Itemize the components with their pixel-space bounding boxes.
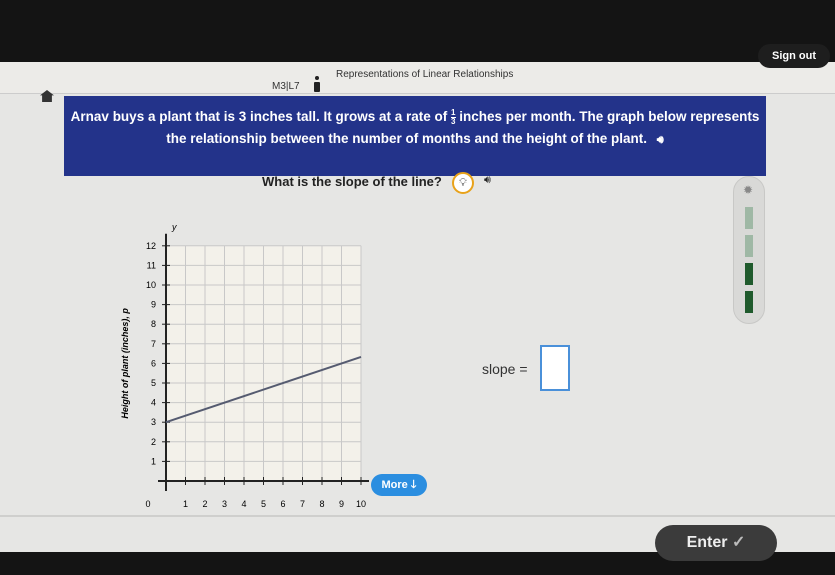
lesson-title: Representations of Linear Relationships <box>336 69 514 80</box>
progress-segment <box>745 207 753 229</box>
y-axis-label: Height of plant (inches), p <box>120 308 130 419</box>
speaker-icon[interactable]: 🔊︎ <box>484 174 491 187</box>
speaker-icon[interactable]: 🔊︎ <box>657 129 664 151</box>
fraction: 13 <box>451 108 456 126</box>
y-tick-label: 5 <box>151 378 156 388</box>
x-tick-label: 3 <box>222 499 227 509</box>
sign-out-button[interactable]: Sign out <box>758 44 830 68</box>
lightbulb-icon[interactable]: 💡︎ <box>452 172 474 194</box>
enter-label: Enter <box>686 534 728 551</box>
problem-banner: Arnav buys a plant that is 3 inches tall… <box>64 96 766 176</box>
y-tick-label: 11 <box>147 260 156 270</box>
y-tick-label: 10 <box>146 280 156 290</box>
x-tick-label: 7 <box>300 499 305 509</box>
y-axis-letter: y <box>171 222 177 232</box>
more-button[interactable]: More 🡓 <box>371 474 427 496</box>
x-tick-label: 10 <box>356 499 366 509</box>
y-tick-label: 2 <box>151 437 156 447</box>
divider <box>0 515 835 517</box>
progress-segment <box>745 291 753 313</box>
y-tick-label: 12 <box>146 241 156 251</box>
progress-segment <box>745 235 753 257</box>
enter-button[interactable]: Enter ✓ <box>655 525 777 561</box>
star-icon: ✹ <box>743 183 754 197</box>
arrow-down-icon: 🡓 <box>410 479 417 491</box>
x-tick-label: 9 <box>339 499 344 509</box>
y-tick-label: 3 <box>151 417 156 427</box>
x-tick-label: 1 <box>183 499 188 509</box>
problem-text-before: Arnav buys a plant that is 3 inches tall… <box>70 109 448 124</box>
x-tick-label: 6 <box>280 499 285 509</box>
question-text: What is the slope of the line? <box>262 174 442 189</box>
lesson-code: M3|L7 <box>272 81 300 92</box>
check-icon: ✓ <box>731 534 746 551</box>
slope-input[interactable] <box>540 345 570 391</box>
x-tick-label: 4 <box>241 499 246 509</box>
x-tick-label: 2 <box>202 499 207 509</box>
y-tick-label: 7 <box>151 339 156 349</box>
x-tick-label: 0 <box>145 499 150 509</box>
y-tick-label: 4 <box>151 398 156 408</box>
y-tick-label: 1 <box>151 456 156 466</box>
x-tick-label: 5 <box>261 499 266 509</box>
y-tick-label: 8 <box>151 319 156 329</box>
slope-label: slope = <box>482 361 528 377</box>
progress-segment <box>745 263 753 285</box>
y-tick-label: 6 <box>151 358 156 368</box>
x-tick-label: 8 <box>319 499 324 509</box>
progress-meter: ✹ <box>733 176 765 324</box>
fraction-denominator: 3 <box>451 116 456 126</box>
y-tick-label: 9 <box>151 300 156 310</box>
info-icon[interactable] <box>314 76 320 92</box>
more-label: More <box>381 479 408 491</box>
